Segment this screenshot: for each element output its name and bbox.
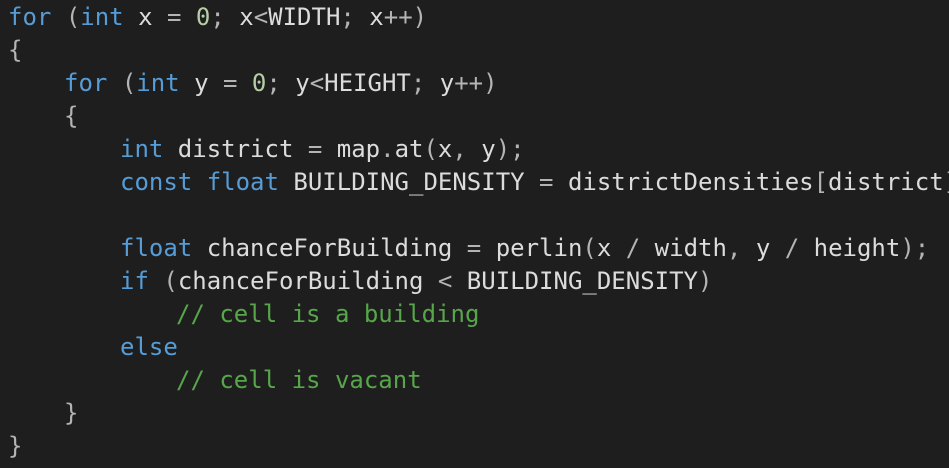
identifier-token: districtDensities — [553, 168, 814, 196]
operator-token: = — [166, 3, 182, 31]
code-line[interactable]: else — [0, 331, 949, 364]
number-token: 0 — [195, 3, 211, 31]
operator-token: { — [64, 102, 79, 130]
identifier-token: chanceForBuilding — [192, 234, 467, 262]
code-line[interactable]: for (int x = 0; x<WIDTH; x++) — [0, 1, 949, 34]
code-line[interactable] — [0, 199, 949, 232]
keyword-token: int — [136, 69, 180, 97]
keyword-token: if — [120, 267, 149, 295]
keyword-token: float — [120, 234, 193, 262]
identifier-token: x — [123, 3, 167, 31]
keyword-token: else — [120, 333, 178, 361]
number-token: 0 — [251, 69, 267, 97]
identifier-token — [237, 69, 251, 97]
code-line[interactable]: if (chanceForBuilding < BUILDING_DENSITY… — [0, 265, 949, 298]
operator-token: ) — [698, 267, 713, 295]
operator-token: } — [64, 399, 79, 427]
code-line[interactable]: } — [0, 430, 949, 463]
identifier-token: at — [394, 135, 424, 163]
operator-token: ( — [423, 135, 438, 163]
identifier-token: BUILDING_DENSITY — [452, 267, 698, 295]
code-line[interactable]: } — [0, 397, 949, 430]
operator-token: = — [307, 135, 323, 163]
operator-token: ( — [163, 267, 178, 295]
identifier-token: y — [425, 69, 455, 97]
identifier-token: x — [354, 3, 384, 31]
keyword-token: const — [120, 168, 193, 196]
identifier-token: x — [224, 3, 254, 31]
code-editor[interactable]: for (int x = 0; x<WIDTH; x++){for (int y… — [0, 0, 949, 468]
operator-token: ; — [340, 3, 355, 31]
comment-token: // cell is vacant — [176, 366, 422, 394]
operator-token: . — [380, 135, 395, 163]
identifier-token — [51, 3, 65, 31]
identifier-token: x — [596, 234, 626, 262]
operator-token: ( — [65, 3, 81, 31]
operator-token: / — [625, 234, 641, 262]
code-line[interactable]: for (int y = 0; y<HEIGHT; y++) — [0, 67, 949, 100]
operator-token: } — [8, 432, 23, 460]
operator-token: ++) — [383, 3, 428, 31]
identifier-token: district — [828, 168, 944, 196]
operator-token: { — [8, 36, 23, 64]
code-line[interactable]: // cell is vacant — [0, 364, 949, 397]
code-line[interactable]: { — [0, 100, 949, 133]
identifier-token — [192, 168, 206, 196]
keyword-token: for — [64, 69, 108, 97]
identifier-token: perlin — [481, 234, 583, 262]
identifier-token — [149, 267, 163, 295]
operator-token: ; — [266, 69, 281, 97]
code-line[interactable]: { — [0, 34, 949, 67]
operator-token: ++) — [454, 69, 498, 97]
operator-token: [ — [813, 168, 829, 196]
identifier-token: map — [322, 135, 381, 163]
operator-token: ; — [210, 3, 225, 31]
identifier-token: BUILDING_DENSITY — [278, 168, 540, 196]
identifier-token: x — [437, 135, 453, 163]
identifier-token: WIDTH — [268, 3, 341, 31]
keyword-token: int — [80, 3, 124, 31]
identifier-token — [181, 3, 195, 31]
operator-token: ); — [495, 135, 525, 163]
code-line[interactable]: // cell is a building — [0, 298, 949, 331]
identifier-token: y — [179, 69, 223, 97]
identifier-token: y — [466, 135, 496, 163]
operator-token: = — [466, 234, 482, 262]
identifier-token — [107, 69, 121, 97]
code-line[interactable]: int district = map.at(x, y); — [0, 133, 949, 166]
identifier-token: y — [741, 234, 785, 262]
comment-token: // cell is a building — [176, 300, 480, 328]
operator-token: < — [253, 3, 269, 31]
identifier-token: height — [799, 234, 901, 262]
operator-token: , — [726, 234, 742, 262]
identifier-token: width — [640, 234, 727, 262]
identifier-token: district — [163, 135, 308, 163]
keyword-token: float — [206, 168, 279, 196]
operator-token: ( — [582, 234, 597, 262]
operator-token: ]; — [944, 168, 949, 196]
keyword-token: for — [8, 3, 52, 31]
operator-token: < — [309, 69, 325, 97]
code-line[interactable]: float chanceForBuilding = perlin(x / wid… — [0, 232, 949, 265]
identifier-token: HEIGHT — [324, 69, 411, 97]
identifier-token: chanceForBuilding — [177, 267, 438, 295]
operator-token: = — [539, 168, 554, 196]
code-line[interactable]: const float BUILDING_DENSITY = districtD… — [0, 166, 949, 199]
operator-token: = — [222, 69, 238, 97]
operator-token: , — [452, 135, 467, 163]
operator-token: ( — [121, 69, 137, 97]
operator-token: < — [437, 267, 453, 295]
operator-token: / — [784, 234, 800, 262]
identifier-token: y — [280, 69, 310, 97]
keyword-token: int — [120, 135, 164, 163]
operator-token: ); — [900, 234, 930, 262]
operator-token: ; — [410, 69, 426, 97]
